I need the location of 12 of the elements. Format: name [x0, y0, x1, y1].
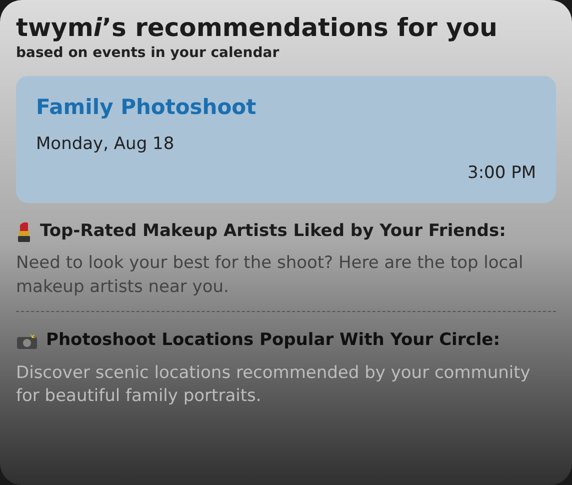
camera-icon [16, 332, 38, 350]
event-title: Family Photoshoot [36, 94, 258, 122]
recommendation-title: Photoshoot Locations Popular With Your Circle: [46, 329, 500, 352]
event-date: Monday, Aug 18 [36, 132, 176, 156]
subtitle: based on events in your calendar [16, 44, 280, 64]
title: twymi’s recommendations for you [16, 12, 498, 44]
event-time: 3:00 PM [468, 162, 536, 186]
event-card[interactable]: Family Photoshoot Monday, Aug 18 3:00 PM [16, 76, 556, 203]
recommendation-description: Need to look your best for the shoot? Here are the top local makeup artists near you. [16, 252, 524, 299]
recommendation-title: Top-Rated Makeup Artists Liked by Your Friends: [40, 220, 506, 243]
recommendation-description: Discover scenic locations recommended by your community for beautiful family portraits. [16, 362, 532, 408]
lipstick-icon [16, 220, 32, 242]
